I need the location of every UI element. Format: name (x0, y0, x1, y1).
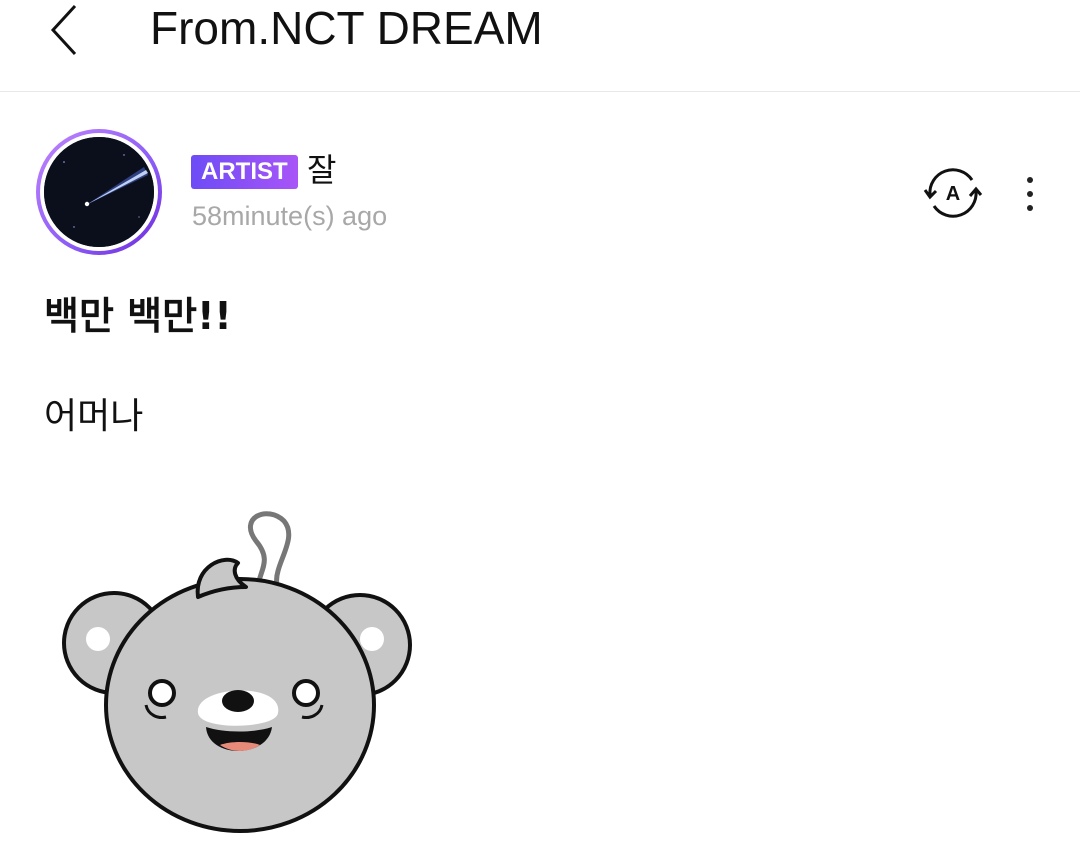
avatar-image (44, 137, 154, 247)
post-title: 백만 백만!! (44, 294, 232, 338)
more-button[interactable] (1010, 168, 1050, 220)
top-bar: From.NCT DREAM (0, 0, 1080, 92)
page-title: From.NCT DREAM (150, 2, 543, 54)
chevron-left-icon (50, 4, 77, 56)
avatar[interactable] (36, 129, 162, 255)
bear-sticker (62, 511, 412, 833)
translate-icon: A (923, 168, 983, 218)
post-time: 58minute(s) ago (192, 201, 388, 231)
translate-button[interactable]: A (920, 162, 986, 224)
svg-text:A: A (946, 183, 960, 205)
author-name[interactable]: 잘 (307, 148, 336, 192)
back-button[interactable] (30, 0, 100, 60)
artist-badge: ARTIST (191, 155, 298, 189)
post-body: 어머나 (44, 396, 144, 437)
more-vertical-icon (1027, 177, 1033, 183)
